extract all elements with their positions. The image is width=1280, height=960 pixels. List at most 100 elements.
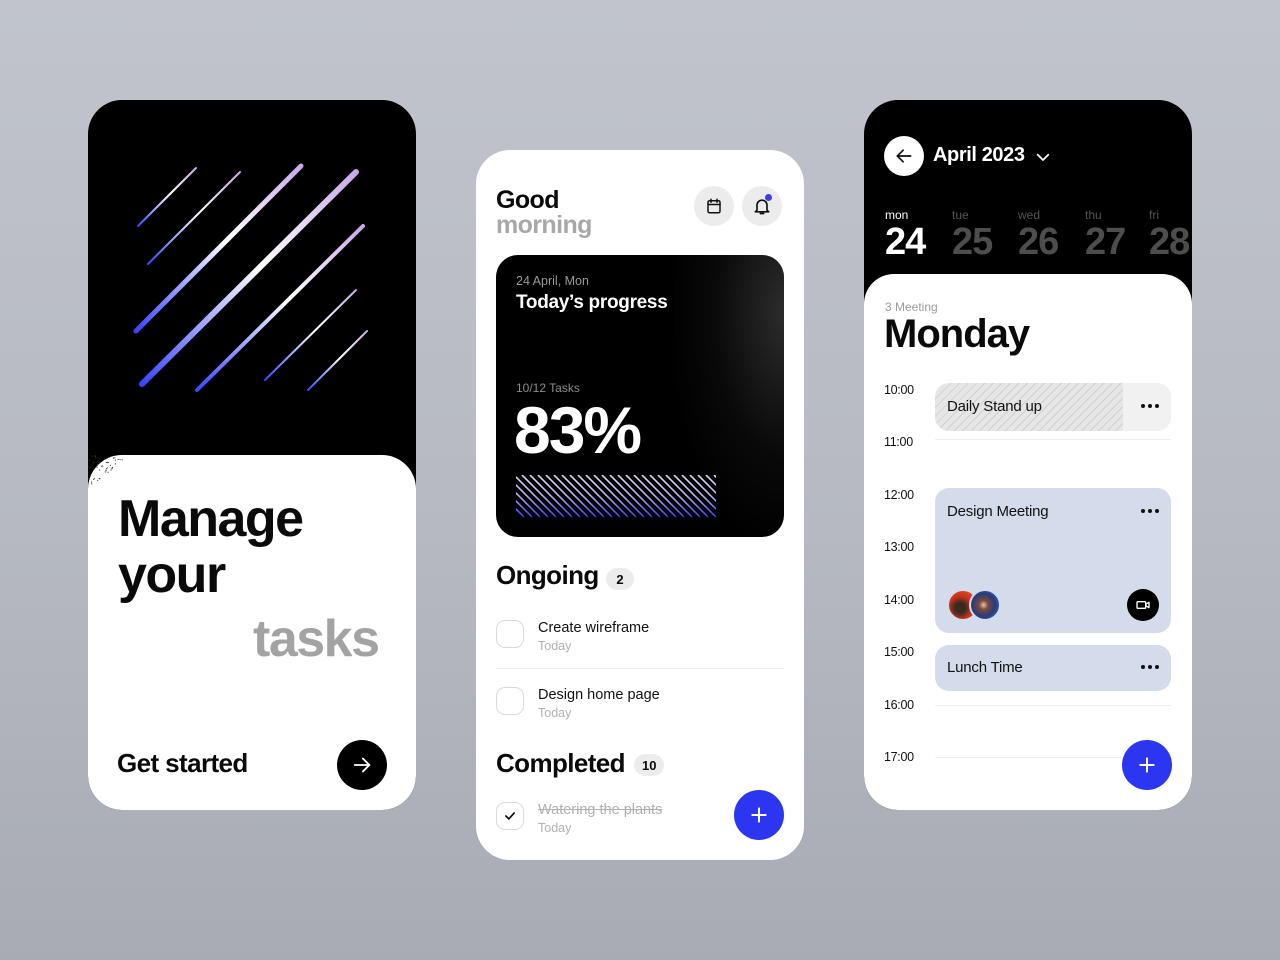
progress-stripe <box>609 475 653 517</box>
day-name: tue <box>952 208 969 222</box>
more-options-icon[interactable] <box>1141 509 1159 513</box>
ongoing-title: Ongoing <box>496 560 599 590</box>
participant-avatars <box>947 589 1007 621</box>
more-options-icon[interactable] <box>1141 404 1159 408</box>
progress-stripe <box>593 475 637 517</box>
progress-stripe <box>585 475 629 517</box>
chevron-down-icon[interactable] <box>1034 148 1052 166</box>
task-due: Today <box>538 639 572 653</box>
task-item[interactable]: Design home page Today <box>496 687 784 737</box>
greeting-line-2: morning <box>496 211 592 239</box>
month-selector[interactable]: April 2023 <box>933 144 1025 167</box>
onboarding-sheet: Manage your tasks Get started <box>88 455 416 810</box>
hour-gridline <box>935 439 1171 440</box>
plus-icon <box>751 807 767 823</box>
progress-bar <box>516 475 716 517</box>
task-title: Watering the plants <box>538 802 663 818</box>
progress-stripe <box>625 475 669 517</box>
event-title: Lunch Time <box>947 659 1023 676</box>
progress-date: 24 April, Mon <box>516 274 589 288</box>
add-task-button[interactable] <box>734 790 784 840</box>
day-date: 25 <box>952 221 993 263</box>
progress-stripe <box>537 475 581 517</box>
progress-stripe <box>673 475 716 517</box>
day-name: fri <box>1149 208 1159 222</box>
progress-stripe <box>561 475 605 517</box>
progress-stripe <box>553 475 597 517</box>
progress-stripe <box>617 475 661 517</box>
hour-label: 17:00 <box>884 750 914 764</box>
day-name: mon <box>885 208 909 222</box>
avatar <box>969 589 1001 621</box>
arrow-right-icon <box>353 757 371 773</box>
greeting-line-1: Good <box>496 186 559 214</box>
hour-label: 10:00 <box>884 383 914 397</box>
task-due: Today <box>538 706 572 720</box>
progress-stripe <box>641 475 685 517</box>
task-checkbox-checked[interactable] <box>496 802 524 830</box>
art-line <box>139 169 359 387</box>
task-checkbox[interactable] <box>496 620 524 648</box>
day-mon[interactable]: mon 24 <box>885 208 926 263</box>
headline-manage: Manage <box>118 490 304 548</box>
diagonal-lines-artwork <box>133 163 368 392</box>
hour-label: 15:00 <box>884 645 914 659</box>
day-tue[interactable]: tue 25 <box>952 208 993 263</box>
day-date: 27 <box>1085 221 1126 263</box>
get-started-label[interactable]: Get started <box>117 748 248 779</box>
day-name: thu <box>1085 208 1102 222</box>
add-event-button[interactable] <box>1122 740 1172 790</box>
event-title: Daily Stand up <box>947 398 1042 415</box>
home-screen: Good morning 24 April, Mon Today’s progr… <box>476 150 804 860</box>
event-daily-standup[interactable]: Daily Stand up <box>935 383 1171 431</box>
notifications-button[interactable] <box>742 186 782 226</box>
progress-stripe <box>577 475 621 517</box>
back-button[interactable] <box>884 136 924 176</box>
hour-label: 14:00 <box>884 593 914 607</box>
day-thu[interactable]: thu 27 <box>1085 208 1126 263</box>
schedule-sheet: 3 Meeting Monday 10:00 11:00 12:00 13:00… <box>864 274 1192 810</box>
hour-label: 16:00 <box>884 698 914 712</box>
get-started-button[interactable] <box>337 740 387 790</box>
hour-label: 11:00 <box>884 435 913 449</box>
hour-gridline <box>935 705 1171 706</box>
progress-stripe <box>633 475 677 517</box>
art-line <box>307 330 368 391</box>
art-line <box>264 289 357 381</box>
hour-label: 12:00 <box>884 488 914 502</box>
video-camera-icon <box>1136 601 1150 609</box>
art-line <box>147 171 241 265</box>
progress-card[interactable]: 24 April, Mon Today’s progress 10/12 Tas… <box>496 255 784 537</box>
task-title: Design home page <box>538 687 660 703</box>
noise-texture <box>88 455 123 485</box>
progress-stripe <box>657 475 701 517</box>
day-date: 24 <box>885 221 926 263</box>
progress-stripe <box>665 475 709 517</box>
task-divider <box>496 668 784 669</box>
day-title: Monday <box>884 312 1030 356</box>
more-options-icon[interactable] <box>1141 665 1159 669</box>
day-wed[interactable]: wed 26 <box>1018 208 1059 262</box>
hour-label: 13:00 <box>884 540 914 554</box>
day-fri[interactable]: fri 28 <box>1149 208 1190 262</box>
task-title: Create wireframe <box>538 620 650 636</box>
headline-tasks: tasks <box>253 610 380 668</box>
event-lunch-time[interactable]: Lunch Time <box>935 645 1171 691</box>
progress-percent: 83% <box>514 393 642 467</box>
ongoing-count-badge: 2 <box>606 568 634 590</box>
day-name: wed <box>1018 208 1041 222</box>
arrow-left-icon <box>896 149 912 163</box>
notification-dot <box>765 194 772 201</box>
completed-title: Completed <box>496 748 626 778</box>
progress-stripe <box>713 475 716 479</box>
video-call-button[interactable] <box>1127 589 1159 621</box>
task-item[interactable]: Create wireframe Today <box>496 620 784 670</box>
task-due: Today <box>538 821 572 835</box>
event-design-meeting[interactable]: Design Meeting <box>935 488 1171 633</box>
progress-stripe <box>545 475 589 517</box>
calendar-button[interactable] <box>694 186 734 226</box>
progress-title: Today’s progress <box>516 292 668 313</box>
calendar-icon <box>707 198 721 214</box>
plus-icon <box>1139 757 1155 773</box>
task-checkbox[interactable] <box>496 687 524 715</box>
